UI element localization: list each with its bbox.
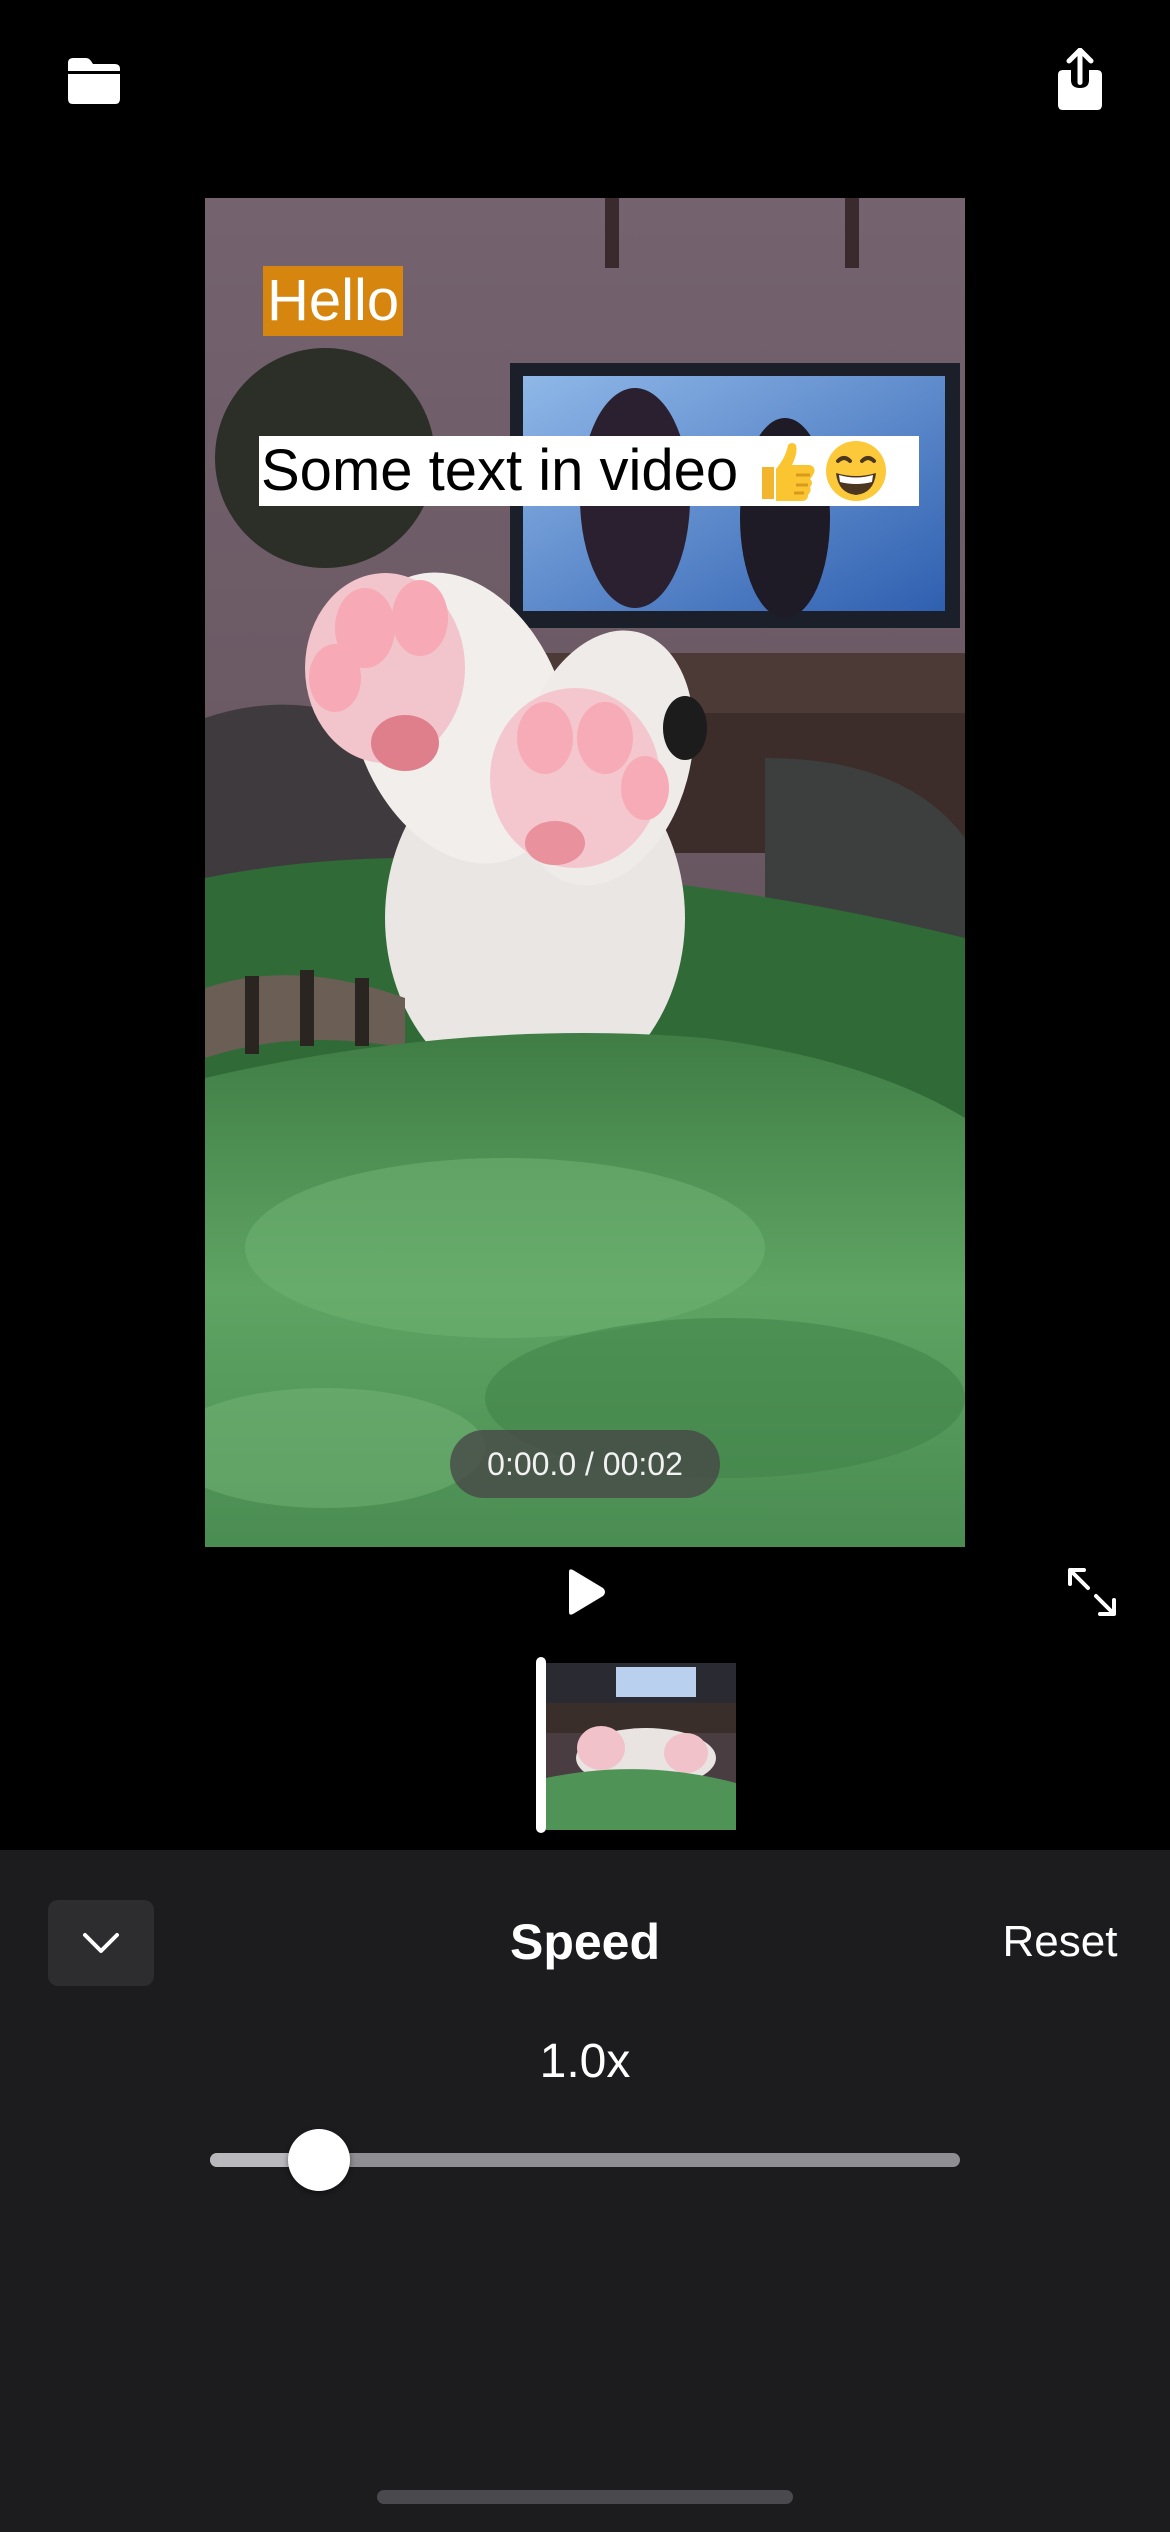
expand-icon [1068,1568,1116,1616]
video-frame-image [205,198,965,1547]
timeline-strip[interactable] [536,1657,736,1833]
reset-button[interactable]: Reset [990,1910,1130,1974]
play-icon [569,1569,605,1615]
speed-panel: Speed Reset 1.0x [0,1850,1170,2532]
speed-slider-knob[interactable] [287,2129,350,2191]
folder-icon [68,58,120,104]
speed-value-label: 1.0x [539,2035,631,2088]
timeline-thumbnail [546,1663,736,1830]
share-icon [1058,48,1102,110]
playback-time-display: 0:00.0 / 00:02 [450,1430,720,1498]
text-overlay-caption[interactable]: Some text in video 👍😁 [259,436,919,506]
text-overlay-hello[interactable]: Hello [263,266,404,336]
collapse-panel-button[interactable] [48,1900,154,1986]
fullscreen-button[interactable] [1060,1560,1124,1624]
video-editor-screen: Hello Some text in video 👍😁 0:0 [0,0,1170,2532]
speed-slider[interactable] [210,2129,960,2191]
panel-title: Speed [509,1914,661,1970]
grinning-face-emoji-icon [826,441,887,501]
open-folder-button[interactable] [54,40,134,120]
video-preview[interactable]: Hello Some text in video 👍😁 0:0 [205,198,965,1547]
text-overlay-caption-text: Some text in video [261,438,739,503]
text-overlay-caption-emoji: 👍😁 [752,439,888,503]
timeline-playhead[interactable] [536,1657,546,1833]
thumbnail-image [546,1663,736,1830]
play-button[interactable] [545,1562,625,1622]
chevron-down-icon [83,1933,119,1953]
thumbs-up-emoji-icon [762,443,815,501]
share-button[interactable] [1040,40,1120,120]
home-indicator [377,2490,793,2504]
